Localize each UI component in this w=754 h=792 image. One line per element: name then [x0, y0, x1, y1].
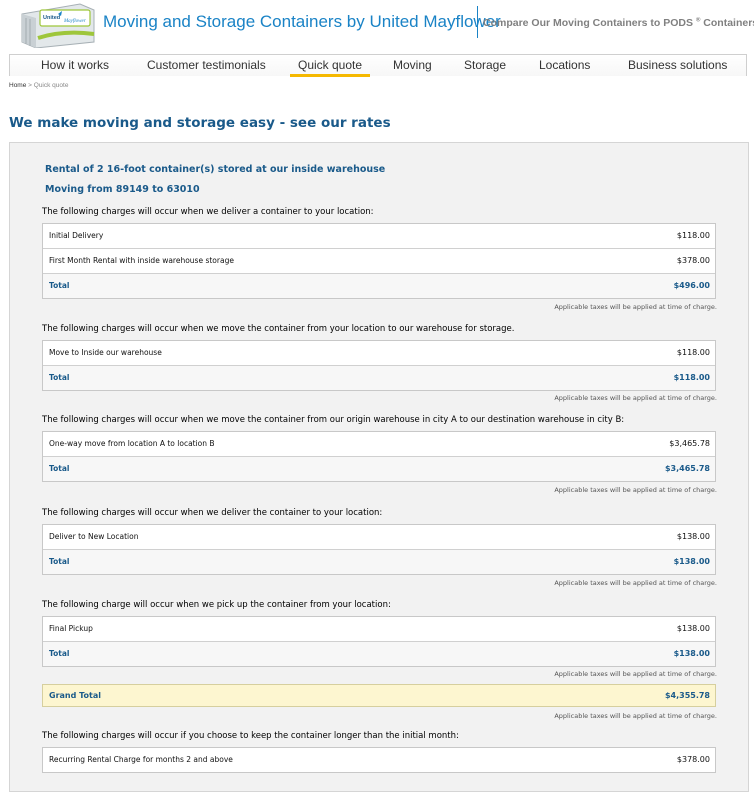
- tax-note: Applicable taxes will be applied at time…: [554, 579, 717, 587]
- section-heading-recurring: The following charges will occur if you …: [42, 731, 459, 741]
- charge-row: Move to Inside our warehouse $118.00: [43, 341, 715, 366]
- charge-amount: $3,465.78: [669, 439, 710, 448]
- section-heading-warehouse-storage: The following charges will occur when we…: [42, 324, 515, 334]
- charge-label: One-way move from location A to location…: [49, 439, 215, 448]
- charge-label: Move to Inside our warehouse: [49, 348, 162, 357]
- container-logo[interactable]: United Mayflower: [18, 2, 98, 48]
- nav-how-it-works[interactable]: How it works: [41, 58, 109, 72]
- nav-quick-quote[interactable]: Quick quote: [290, 58, 371, 77]
- charge-table-warehouse-storage: Move to Inside our warehouse $118.00 Tot…: [42, 340, 716, 391]
- tax-note: Applicable taxes will be applied at time…: [554, 394, 717, 402]
- charge-row: Initial Delivery $118.00: [43, 224, 715, 249]
- charge-table-city-move: One-way move from location A to location…: [42, 431, 716, 482]
- quote-summary-route: Moving from 89149 to 63010: [45, 184, 200, 195]
- site-header: United Mayflower Moving and Storage Cont…: [0, 0, 754, 52]
- charge-table-new-location: Deliver to New Location $138.00 Total $1…: [42, 524, 716, 575]
- total-amount: $138.00: [673, 557, 710, 566]
- charge-label: Recurring Rental Charge for months 2 and…: [49, 755, 233, 764]
- main-nav: How it works Customer testimonials Quick…: [9, 54, 747, 77]
- total-row: Total $496.00: [43, 274, 715, 298]
- tax-note: Applicable taxes will be applied at time…: [554, 303, 717, 311]
- grand-total-amount: $4,355.78: [664, 691, 710, 700]
- tax-note: Applicable taxes will be applied at time…: [554, 712, 717, 720]
- total-row: Total $118.00: [43, 366, 715, 390]
- total-label: Total: [49, 557, 70, 566]
- total-label: Total: [49, 373, 70, 382]
- grand-total-row: Grand Total $4,355.78: [42, 684, 716, 707]
- charge-row: First Month Rental with inside warehouse…: [43, 249, 715, 274]
- breadcrumb-current: Quick quote: [33, 82, 69, 89]
- charge-table-recurring: Recurring Rental Charge for months 2 and…: [42, 747, 716, 773]
- compare-pods-link[interactable]: Compare Our Moving Containers to PODS ® …: [483, 17, 754, 29]
- charge-label: Final Pickup: [49, 624, 93, 633]
- section-heading-new-location: The following charges will occur when we…: [42, 508, 383, 518]
- charge-label: Deliver to New Location: [49, 532, 139, 541]
- section-heading-final-pickup: The following charge will occur when we …: [42, 600, 391, 610]
- total-row: Total $138.00: [43, 642, 715, 666]
- total-label: Total: [49, 464, 70, 473]
- nav-locations[interactable]: Locations: [539, 58, 590, 72]
- svg-text:United: United: [43, 15, 60, 21]
- total-row: Total $138.00: [43, 550, 715, 574]
- charge-row: Final Pickup $138.00: [43, 617, 715, 642]
- charge-table-initial-delivery: Initial Delivery $118.00 First Month Ren…: [42, 223, 716, 299]
- site-title[interactable]: Moving and Storage Containers by United …: [103, 12, 501, 32]
- breadcrumb: Home > Quick quote: [9, 82, 68, 89]
- nav-business-solutions[interactable]: Business solutions: [628, 58, 727, 72]
- charge-amount: $138.00: [676, 624, 710, 633]
- charge-amount: $118.00: [676, 348, 710, 357]
- tax-note: Applicable taxes will be applied at time…: [554, 670, 717, 678]
- charge-label: First Month Rental with inside warehouse…: [49, 256, 234, 265]
- section-heading-initial-delivery: The following charges will occur when we…: [42, 207, 374, 217]
- charge-row: Recurring Rental Charge for months 2 and…: [43, 748, 715, 772]
- breadcrumb-separator: >: [26, 82, 34, 89]
- charge-label: Initial Delivery: [49, 231, 104, 240]
- active-tab-underline: [290, 74, 371, 77]
- total-row: Total $3,465.78: [43, 457, 715, 481]
- total-label: Total: [49, 281, 70, 290]
- charge-row: One-way move from location A to location…: [43, 432, 715, 457]
- page-heading: We make moving and storage easy - see ou…: [9, 115, 391, 131]
- charge-row: Deliver to New Location $138.00: [43, 525, 715, 550]
- tax-note: Applicable taxes will be applied at time…: [554, 486, 717, 494]
- section-heading-city-move: The following charges will occur when we…: [42, 415, 625, 425]
- total-amount: $496.00: [673, 281, 710, 290]
- total-label: Total: [49, 649, 70, 658]
- breadcrumb-home-link[interactable]: Home: [9, 82, 26, 89]
- grand-total-label: Grand Total: [49, 691, 101, 700]
- charge-table-final-pickup: Final Pickup $138.00 Total $138.00: [42, 616, 716, 667]
- svg-text:Mayflower: Mayflower: [63, 19, 86, 24]
- header-divider: [477, 6, 478, 38]
- nav-storage[interactable]: Storage: [464, 58, 506, 72]
- nav-customer-testimonials[interactable]: Customer testimonials: [147, 58, 266, 72]
- total-amount: $3,465.78: [664, 464, 710, 473]
- charge-amount: $378.00: [676, 755, 710, 764]
- charge-amount: $118.00: [676, 231, 710, 240]
- charge-amount: $138.00: [676, 532, 710, 541]
- quote-summary-rental: Rental of 2 16-foot container(s) stored …: [45, 164, 386, 175]
- total-amount: $138.00: [673, 649, 710, 658]
- nav-moving[interactable]: Moving: [393, 58, 432, 72]
- total-amount: $118.00: [673, 373, 710, 382]
- charge-amount: $378.00: [676, 256, 710, 265]
